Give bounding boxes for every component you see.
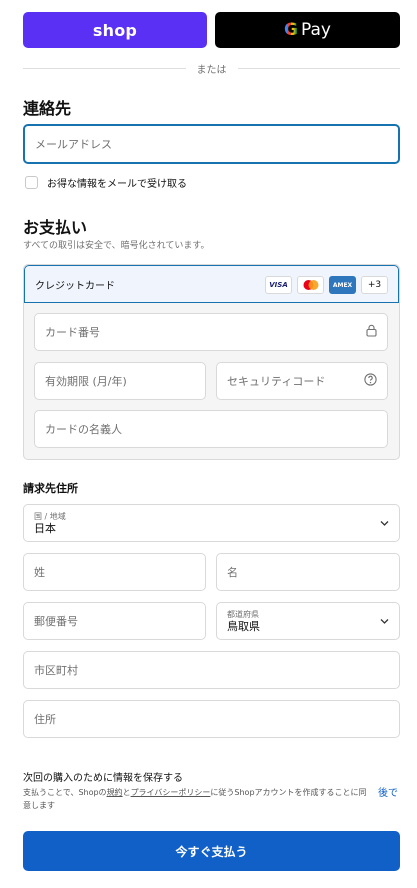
later-link[interactable]: 後で [378,784,398,799]
save-info-description: 支払うことで、Shopの規約とプライバシーポリシーに従うShopアカウントを作成… [23,786,368,812]
marketing-checkbox-label: お得な情報をメールで受け取る [47,179,187,190]
help-circle-icon[interactable] [364,373,377,389]
more-brands-badge: +3 [361,276,388,294]
chevron-down-icon [380,615,389,628]
city-field[interactable]: 市区町村 [23,651,400,689]
credit-card-option[interactable]: クレジットカード VISA AMEX +3 [24,265,399,303]
lock-icon [366,324,377,340]
or-divider: または [23,60,400,76]
save-info-title: 次回の購入のために情報を保存する [23,773,183,784]
chevron-down-icon [380,517,389,530]
expiry-field[interactable]: 有効期限 (月/年) [34,362,206,400]
prefecture-value: 鳥取県 [227,619,260,633]
country-label: 国 / 地域 [34,511,66,521]
expiry-placeholder: 有効期限 (月/年) [45,375,127,388]
prefecture-label: 都道府県 [227,609,259,619]
country-select[interactable]: 国 / 地域 日本 [23,504,400,542]
first-name-field[interactable]: 名 [216,553,400,591]
last-name-placeholder: 姓 [34,566,45,579]
payment-heading: お支払い [23,218,88,237]
save-info-desc-and: と [122,788,131,797]
city-placeholder: 市区町村 [34,664,78,677]
google-pay-button[interactable]: G Pay [215,12,400,48]
name-on-card-field[interactable]: カードの名義人 [34,410,388,448]
name-on-card-placeholder: カードの名義人 [45,423,122,436]
payment-subtitle: すべての取引は安全で、暗号化されています。 [23,241,210,251]
address-field[interactable]: 住所 [23,700,400,738]
email-placeholder: メールアドレス [35,138,112,151]
terms-link[interactable]: 規約 [107,788,123,797]
pay-now-button[interactable]: 今すぐ支払う [23,831,400,871]
shop-pay-button[interactable]: shop [23,12,207,48]
card-number-placeholder: カード番号 [45,326,100,339]
or-divider-text: または [196,64,227,76]
billing-heading: 請求先住所 [23,482,78,495]
postal-code-field[interactable]: 郵便番号 [23,602,206,640]
contact-heading: 連絡先 [23,99,72,118]
payment-method-box: クレジットカード VISA AMEX +3 カード番号 有効期限 (月/年) セ… [23,264,400,460]
credit-card-label: クレジットカード [35,280,115,292]
country-value: 日本 [34,521,56,535]
prefecture-select[interactable]: 都道府県 鳥取県 [216,602,400,640]
save-info-desc-prefix: 支払うことで、Shopの [23,788,107,797]
address-placeholder: 住所 [34,713,56,726]
card-number-field[interactable]: カード番号 [34,313,388,351]
security-code-placeholder: セキュリティコード [227,375,326,388]
postal-code-placeholder: 郵便番号 [34,615,78,628]
marketing-opt-in[interactable]: お得な情報をメールで受け取る [25,175,187,190]
shop-logo-text: shop [92,20,138,40]
mastercard-icon [297,276,324,294]
last-name-field[interactable]: 姓 [23,553,206,591]
email-field[interactable]: メールアドレス [23,124,400,164]
marketing-checkbox[interactable] [25,176,38,189]
first-name-placeholder: 名 [227,566,238,579]
visa-icon: VISA [265,276,292,294]
privacy-policy-link[interactable]: プライバシーポリシー [131,788,211,797]
google-pay-label: Pay [301,20,331,40]
google-g-icon: G [284,20,298,40]
pay-now-label: 今すぐ支払う [175,844,248,859]
amex-icon: AMEX [329,276,356,294]
security-code-field[interactable]: セキュリティコード [216,362,388,400]
